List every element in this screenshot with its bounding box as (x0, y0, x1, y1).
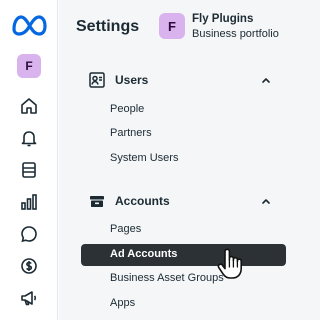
bell-icon[interactable] (19, 128, 39, 148)
nav-item-label: Business Asset Groups (110, 272, 224, 284)
section-accounts-label: Accounts (115, 194, 170, 208)
megaphone-icon[interactable] (19, 288, 39, 308)
settings-panel: Settings F Fly Plugins Business portfoli… (59, 0, 320, 320)
business-avatar-letter: F (168, 18, 176, 34)
nav-item-system-users[interactable]: System Users (81, 148, 286, 170)
home-icon[interactable] (19, 96, 39, 116)
page-title: Settings (76, 18, 140, 35)
chat-icon[interactable] (19, 224, 39, 244)
pages-icon[interactable] (19, 160, 39, 180)
nav-item-business-asset-groups[interactable]: Business Asset Groups (81, 268, 286, 290)
section-users-label: Users (115, 73, 149, 87)
nav-item-pages[interactable]: Pages (81, 219, 286, 241)
nav-item-ad-accounts[interactable]: Ad Accounts (81, 244, 286, 266)
nav-item-people[interactable]: People (81, 99, 286, 121)
settings-header: Settings F Fly Plugins Business portfoli… (59, 0, 320, 60)
section-accounts-header[interactable]: Accounts (59, 188, 320, 214)
analytics-icon[interactable] (19, 192, 39, 212)
business-avatar-small[interactable]: F (17, 54, 41, 78)
avatar-letter: F (25, 59, 33, 73)
business-avatar[interactable]: F (159, 13, 185, 39)
users-icon (89, 72, 105, 88)
section-users-header[interactable]: Users (59, 67, 320, 93)
chevron-up-icon[interactable] (259, 73, 273, 87)
nav-item-label: Apps (110, 297, 136, 309)
sidebar-rail: F (0, 0, 58, 320)
nav-item-label: Ad Accounts (110, 248, 178, 260)
hand-cursor-icon (217, 248, 242, 279)
nav-item-label: System Users (110, 152, 179, 164)
chevron-up-icon[interactable] (259, 194, 273, 208)
dollar-icon[interactable] (19, 256, 39, 276)
nav-item-apps[interactable]: Apps (81, 293, 286, 315)
nav-item-partners[interactable]: Partners (81, 123, 286, 145)
meta-logo[interactable] (10, 14, 48, 36)
nav-item-label: People (110, 103, 145, 115)
nav-item-label: Partners (110, 127, 152, 139)
nav-item-label: Pages (110, 223, 142, 235)
accounts-icon (90, 196, 104, 207)
business-subtitle: Business portfolio (192, 28, 279, 40)
business-name[interactable]: Fly Plugins (192, 13, 253, 25)
